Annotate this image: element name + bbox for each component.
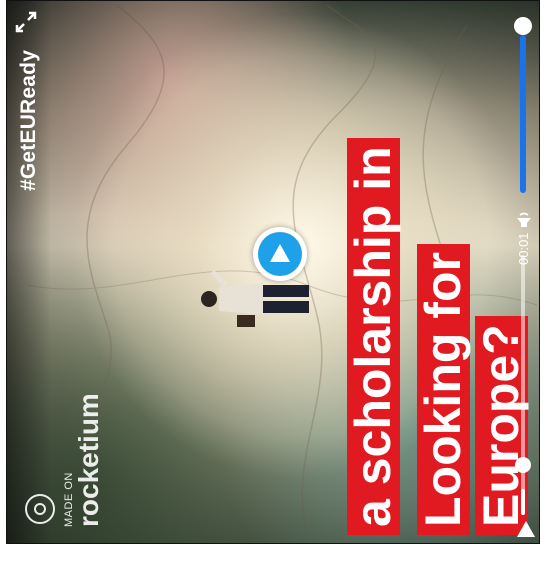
seek-progress — [521, 489, 525, 515]
volume-icon[interactable] — [515, 209, 533, 229]
time-display: 00:01 — [516, 232, 531, 265]
seek-knob[interactable] — [515, 457, 531, 473]
fullscreen-icon[interactable] — [13, 9, 39, 35]
play-triangle — [270, 244, 290, 262]
volume-slider[interactable] — [520, 35, 526, 193]
video-controls: 00:01 — [497, 1, 539, 543]
rotated-video-content: #GetEUReady Looking for a scholarship in… — [7, 1, 539, 543]
rocketium-logo-icon — [25, 494, 55, 524]
center-play-button[interactable] — [253, 227, 307, 281]
seek-bar[interactable] — [521, 255, 525, 515]
headline-text: Looking for — [415, 244, 471, 535]
play-circle-icon — [258, 232, 302, 276]
headline-line-2: a scholarship in — [345, 138, 401, 535]
hashtag-text: #GetEUReady — [17, 49, 40, 191]
play-icon[interactable] — [517, 521, 535, 537]
video-frame: #GetEUReady Looking for a scholarship in… — [6, 0, 540, 544]
headline-text: a scholarship in — [345, 138, 401, 535]
headline-line-1: Looking for — [415, 244, 471, 535]
volume-knob[interactable] — [514, 17, 532, 35]
brand-name: rocketium — [73, 393, 104, 527]
brand-watermark: MADE ON rocketium — [25, 393, 104, 527]
